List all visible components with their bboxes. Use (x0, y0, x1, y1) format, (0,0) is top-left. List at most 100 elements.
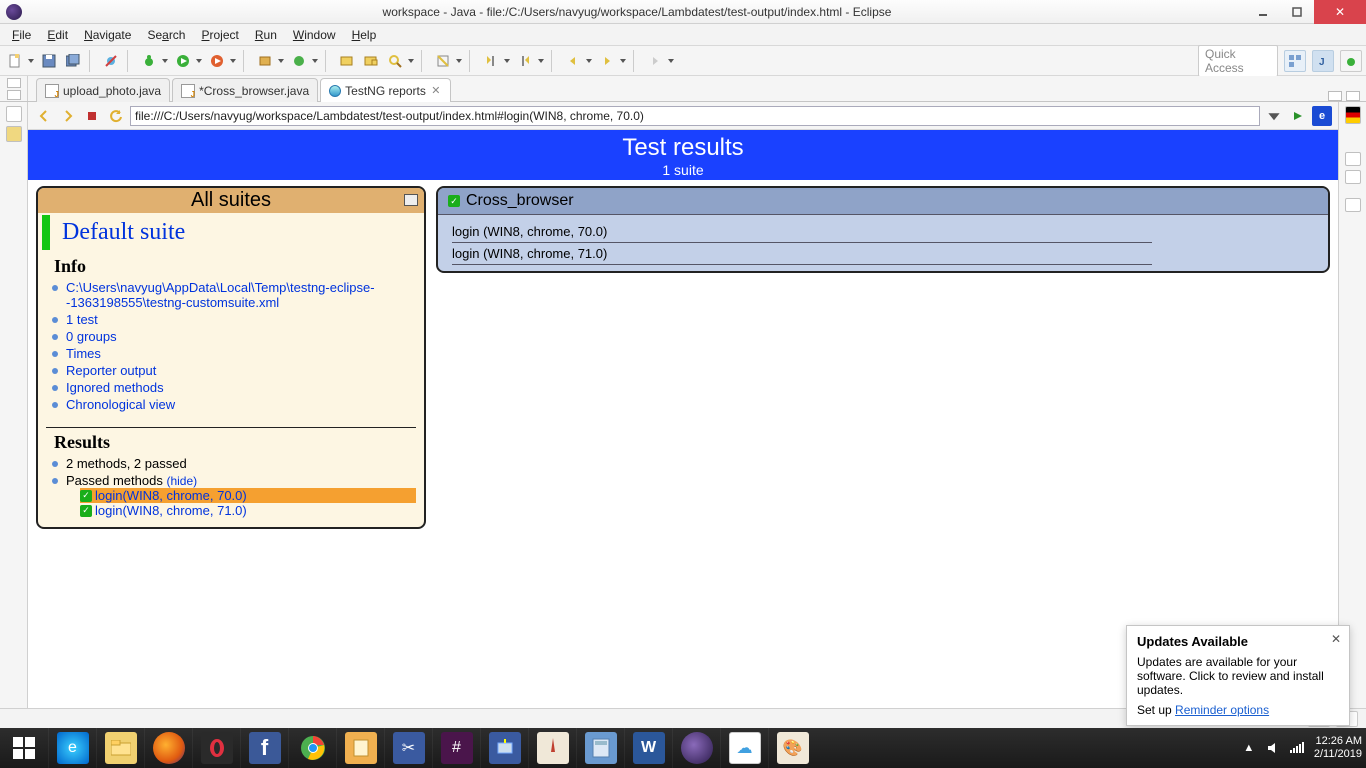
window-close-button[interactable]: ✕ (1314, 0, 1366, 24)
new-button[interactable] (4, 50, 26, 72)
window-minimize-button[interactable] (1246, 0, 1280, 24)
new-class-dropdown[interactable] (312, 58, 320, 64)
window-maximize-button[interactable] (1280, 0, 1314, 24)
skip-breakpoints-button[interactable] (100, 50, 122, 72)
tray-up-icon[interactable]: ▲ (1242, 741, 1256, 755)
menu-file[interactable]: File (4, 26, 39, 44)
menu-project[interactable]: Project (193, 26, 246, 44)
coverage-dropdown[interactable] (230, 58, 238, 64)
prev-annotation-button[interactable] (514, 50, 536, 72)
taskbar-firefox[interactable] (144, 728, 192, 768)
info-link-xml[interactable]: C:\Users\navyug\AppData\Local\Temp\testn… (66, 280, 375, 310)
info-link-times[interactable]: Times (66, 346, 101, 361)
open-type-button[interactable] (336, 50, 358, 72)
minimized-view-r1[interactable] (1345, 152, 1361, 166)
taskbar-explorer[interactable] (96, 728, 144, 768)
taskbar-putty[interactable] (480, 728, 528, 768)
test-row-2[interactable]: login (WIN8, chrome, 71.0) (452, 243, 1152, 265)
debug-button[interactable] (138, 50, 160, 72)
info-link-groups[interactable]: 0 groups (66, 329, 117, 344)
start-button[interactable] (0, 728, 48, 768)
close-icon[interactable]: ✕ (430, 85, 442, 97)
trim-button-2[interactable] (6, 126, 22, 142)
test-row-1[interactable]: login (WIN8, chrome, 70.0) (452, 221, 1152, 243)
menu-help[interactable]: Help (344, 26, 385, 44)
taskbar-facebook[interactable]: f (240, 728, 288, 768)
pin-dropdown[interactable] (668, 58, 676, 64)
reminder-options-link[interactable]: Reminder options (1175, 703, 1269, 717)
taskbar-eclipse[interactable] (672, 728, 720, 768)
maximize-editor-button[interactable] (1346, 91, 1360, 101)
save-all-button[interactable] (62, 50, 84, 72)
de-flag-button[interactable] (1345, 106, 1361, 124)
search-dropdown[interactable] (408, 58, 416, 64)
run-button[interactable] (172, 50, 194, 72)
tray-clock[interactable]: 12:26 AM 2/11/2019 (1314, 735, 1362, 761)
new-package-dropdown[interactable] (278, 58, 286, 64)
menu-window[interactable]: Window (285, 26, 344, 44)
minimized-view-2[interactable] (7, 90, 21, 100)
pin-button[interactable] (644, 50, 666, 72)
info-link-ignored[interactable]: Ignored methods (66, 380, 164, 395)
forward-history-button[interactable] (596, 50, 618, 72)
new-class-button[interactable] (288, 50, 310, 72)
external-browser-button[interactable]: e (1312, 106, 1332, 126)
next-annotation-button[interactable] (480, 50, 502, 72)
network-icon[interactable] (1290, 741, 1304, 755)
taskbar-chrome[interactable] (288, 728, 336, 768)
debug-dropdown[interactable] (162, 58, 170, 64)
browser-url-input[interactable] (130, 106, 1260, 126)
tab-upload-photo[interactable]: upload_photo.java (36, 78, 170, 102)
taskbar-slack[interactable]: # (432, 728, 480, 768)
url-dropdown[interactable] (1264, 106, 1284, 126)
menu-search[interactable]: Search (139, 26, 193, 44)
browser-stop-button[interactable] (82, 106, 102, 126)
passed-method-1[interactable]: ✓ login(WIN8, chrome, 70.0) (80, 488, 416, 503)
minimized-view-r2[interactable] (1345, 170, 1361, 184)
taskbar-editor[interactable] (528, 728, 576, 768)
minimize-editor-button[interactable] (1328, 91, 1342, 101)
browser-refresh-button[interactable] (106, 106, 126, 126)
taskbar-word[interactable]: W (624, 728, 672, 768)
prev-annotation-dropdown[interactable] (538, 58, 546, 64)
passed-method-2[interactable]: ✓ login(WIN8, chrome, 71.0) (80, 503, 416, 518)
hide-link[interactable]: (hide) (166, 474, 197, 488)
debug-perspective-button[interactable] (1340, 50, 1362, 72)
menu-navigate[interactable]: Navigate (76, 26, 139, 44)
coverage-button[interactable] (206, 50, 228, 72)
quick-access-input[interactable]: Quick Access (1198, 45, 1278, 77)
back-history-button[interactable] (562, 50, 584, 72)
taskbar-ie[interactable]: e (48, 728, 96, 768)
popup-close-button[interactable]: ✕ (1331, 632, 1341, 646)
new-dropdown[interactable] (28, 58, 36, 64)
taskbar-calculator[interactable] (576, 728, 624, 768)
tab-testng-reports[interactable]: TestNG reports ✕ (320, 78, 451, 102)
open-perspective-button[interactable] (1284, 50, 1306, 72)
taskbar-snip[interactable]: ✂ (384, 728, 432, 768)
new-package-button[interactable] (254, 50, 276, 72)
taskbar-opera[interactable] (192, 728, 240, 768)
browser-back-button[interactable] (34, 106, 54, 126)
info-link-1test[interactable]: 1 test (66, 312, 98, 327)
forward-history-dropdown[interactable] (620, 58, 628, 64)
taskbar-notes[interactable] (336, 728, 384, 768)
java-perspective-button[interactable]: J (1312, 50, 1334, 72)
taskbar-cloud[interactable]: ☁ (720, 728, 768, 768)
suite-name-link[interactable]: Default suite (42, 215, 424, 250)
save-button[interactable] (38, 50, 60, 72)
minimized-view-1[interactable] (7, 78, 21, 88)
back-history-dropdown[interactable] (586, 58, 594, 64)
volume-icon[interactable] (1266, 741, 1280, 755)
toggle-mark-button[interactable] (432, 50, 454, 72)
minimized-view-r3[interactable] (1345, 198, 1361, 212)
trim-button-1[interactable] (6, 106, 22, 122)
search-button[interactable] (384, 50, 406, 72)
info-link-chrono[interactable]: Chronological view (66, 397, 175, 412)
browser-go-button[interactable] (1288, 106, 1308, 126)
menu-run[interactable]: Run (247, 26, 285, 44)
open-task-button[interactable] (360, 50, 382, 72)
toggle-mark-dropdown[interactable] (456, 58, 464, 64)
taskbar-paint[interactable]: 🎨 (768, 728, 816, 768)
browser-forward-button[interactable] (58, 106, 78, 126)
tab-cross-browser[interactable]: *Cross_browser.java (172, 78, 318, 102)
